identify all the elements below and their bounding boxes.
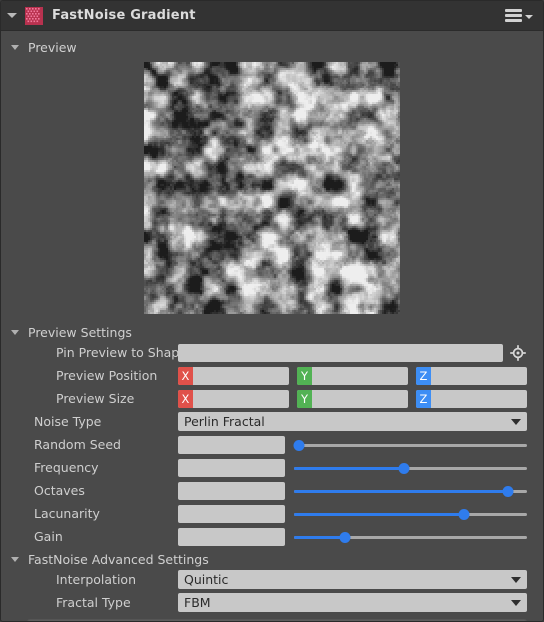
label-frequency: Frequency: [34, 460, 99, 475]
section-header-advanced[interactable]: FastNoise Advanced Settings: [1, 549, 543, 569]
row-gain: Gain 0.5: [1, 526, 543, 547]
preview-size-vector: X 25.0 Y 25.0 Z 1.0: [178, 389, 527, 408]
fastnoise-gradient-panel: FastNoise Gradient Preview Preview Setti…: [0, 0, 544, 622]
lacunarity-input[interactable]: 2.0: [178, 504, 285, 523]
panel-body: Preview Preview Settings Pin Preview to …: [1, 37, 543, 621]
preview-image-container: [1, 62, 543, 314]
lacunarity-value: 2.0: [178, 506, 198, 521]
slider-handle[interactable]: [458, 508, 470, 520]
random-seed-input[interactable]: 1: [178, 435, 285, 454]
axis-label-y: Y: [297, 366, 312, 385]
panel-title: FastNoise Gradient: [52, 8, 196, 23]
slider-fill: [294, 489, 509, 493]
row-lacunarity: Lacunarity 2.0: [1, 503, 543, 524]
preview-size-x-value: 25.0: [193, 391, 220, 406]
label-lacunarity: Lacunarity: [34, 506, 100, 521]
section-label-preview: Preview: [28, 39, 77, 55]
preview-size-z[interactable]: Z 1.0: [416, 389, 527, 408]
label-fractal-type: Fractal Type: [56, 595, 131, 610]
section-label-preview-settings: Preview Settings: [28, 324, 132, 340]
chevron-down-icon: [525, 14, 533, 19]
axis-label-x: X: [178, 366, 193, 385]
label-preview-position: Preview Position: [56, 368, 158, 383]
row-fractal-type: Fractal Type FBM: [1, 592, 543, 613]
frequency-value: 1.0: [178, 460, 198, 475]
frequency-input[interactable]: 1.0: [178, 458, 285, 477]
label-octaves: Octaves: [34, 483, 85, 498]
interpolation-value: Quintic: [184, 572, 229, 587]
preview-position-y[interactable]: Y 0.0: [297, 366, 408, 385]
lacunarity-slider[interactable]: [294, 505, 527, 523]
section-label-advanced: FastNoise Advanced Settings: [28, 551, 209, 567]
noise-texture-icon: [25, 6, 43, 25]
label-interpolation: Interpolation: [56, 572, 136, 587]
chevron-down-icon: [511, 599, 521, 606]
row-octaves: Octaves 4: [1, 480, 543, 501]
noise-preview-image: [144, 62, 400, 314]
gain-slider[interactable]: [294, 528, 527, 546]
preview-size-x[interactable]: X 25.0: [178, 389, 289, 408]
fractal-type-value: FBM: [184, 595, 211, 610]
octaves-value: 4: [178, 483, 186, 498]
row-preview-size: Preview Size X 25.0 Y 25.0 Z 1.0: [1, 388, 543, 409]
gain-value: 0.5: [178, 529, 198, 544]
slider-fill: [294, 535, 346, 539]
preview-position-vector: X 0.0 Y 0.0 Z 0.0: [178, 366, 527, 385]
fractal-type-dropdown[interactable]: FBM: [178, 593, 527, 612]
slider-track: [294, 443, 527, 447]
noise-type-value: Perlin Fractal: [184, 414, 265, 429]
label-random-seed: Random Seed: [34, 437, 121, 452]
preview-position-z[interactable]: Z 0.0: [416, 366, 527, 385]
preview-size-z-value: 1.0: [431, 391, 451, 406]
preview-size-y-value: 25.0: [312, 391, 339, 406]
frequency-slider[interactable]: [294, 459, 527, 477]
noise-type-dropdown[interactable]: Perlin Fractal: [178, 412, 527, 431]
random-seed-value: 1: [178, 437, 186, 452]
section-header-preview[interactable]: Preview: [1, 37, 543, 57]
row-random-seed: Random Seed 1: [1, 434, 543, 455]
slider-handle[interactable]: [339, 531, 351, 543]
generate-random-seed-container: Generate Random Seed: [1, 615, 543, 621]
chevron-down-icon: [511, 418, 521, 425]
axis-label-z: Z: [416, 389, 431, 408]
pin-preview-field[interactable]: [178, 343, 503, 362]
panel-titlebar: FastNoise Gradient: [1, 1, 543, 31]
slider-handle[interactable]: [293, 439, 305, 451]
row-interpolation: Interpolation Quintic: [1, 569, 543, 590]
preview-position-x-value: 0.0: [193, 368, 213, 383]
row-frequency: Frequency 1.0: [1, 457, 543, 478]
slider-fill: [294, 512, 465, 516]
octaves-input[interactable]: 4: [178, 481, 285, 500]
triangle-down-icon: [11, 556, 19, 562]
slider-handle[interactable]: [398, 462, 409, 474]
axis-label-x: X: [178, 389, 193, 408]
gain-input[interactable]: 0.5: [178, 527, 285, 546]
interpolation-dropdown[interactable]: Quintic: [178, 570, 527, 589]
octaves-slider[interactable]: [294, 482, 527, 500]
label-preview-size: Preview Size: [56, 391, 135, 406]
preview-position-y-value: 0.0: [312, 368, 332, 383]
axis-label-z: Z: [416, 366, 431, 385]
section-header-preview-settings[interactable]: Preview Settings: [1, 322, 543, 342]
row-preview-position: Preview Position X 0.0 Y 0.0 Z 0.0: [1, 365, 543, 386]
target-crosshair-icon[interactable]: [509, 344, 527, 362]
label-pin-preview-to-shape: Pin Preview to Shape: [56, 345, 187, 360]
row-pin-preview-to-shape: Pin Preview to Shape: [1, 342, 543, 363]
chevron-down-icon: [511, 576, 521, 583]
preview-position-x[interactable]: X 0.0: [178, 366, 289, 385]
hamburger-menu-icon[interactable]: [503, 6, 535, 25]
slider-handle[interactable]: [502, 485, 514, 497]
preview-position-z-value: 0.0: [431, 368, 451, 383]
triangle-down-icon: [11, 44, 19, 50]
axis-label-y: Y: [297, 389, 312, 408]
row-noise-type: Noise Type Perlin Fractal: [1, 411, 543, 432]
panel-collapse-icon[interactable]: [7, 13, 17, 18]
label-noise-type: Noise Type: [34, 414, 102, 429]
slider-fill: [294, 466, 404, 470]
random-seed-slider[interactable]: [293, 436, 527, 454]
label-gain: Gain: [34, 529, 63, 544]
triangle-down-icon: [11, 329, 19, 335]
preview-size-y[interactable]: Y 25.0: [297, 389, 408, 408]
